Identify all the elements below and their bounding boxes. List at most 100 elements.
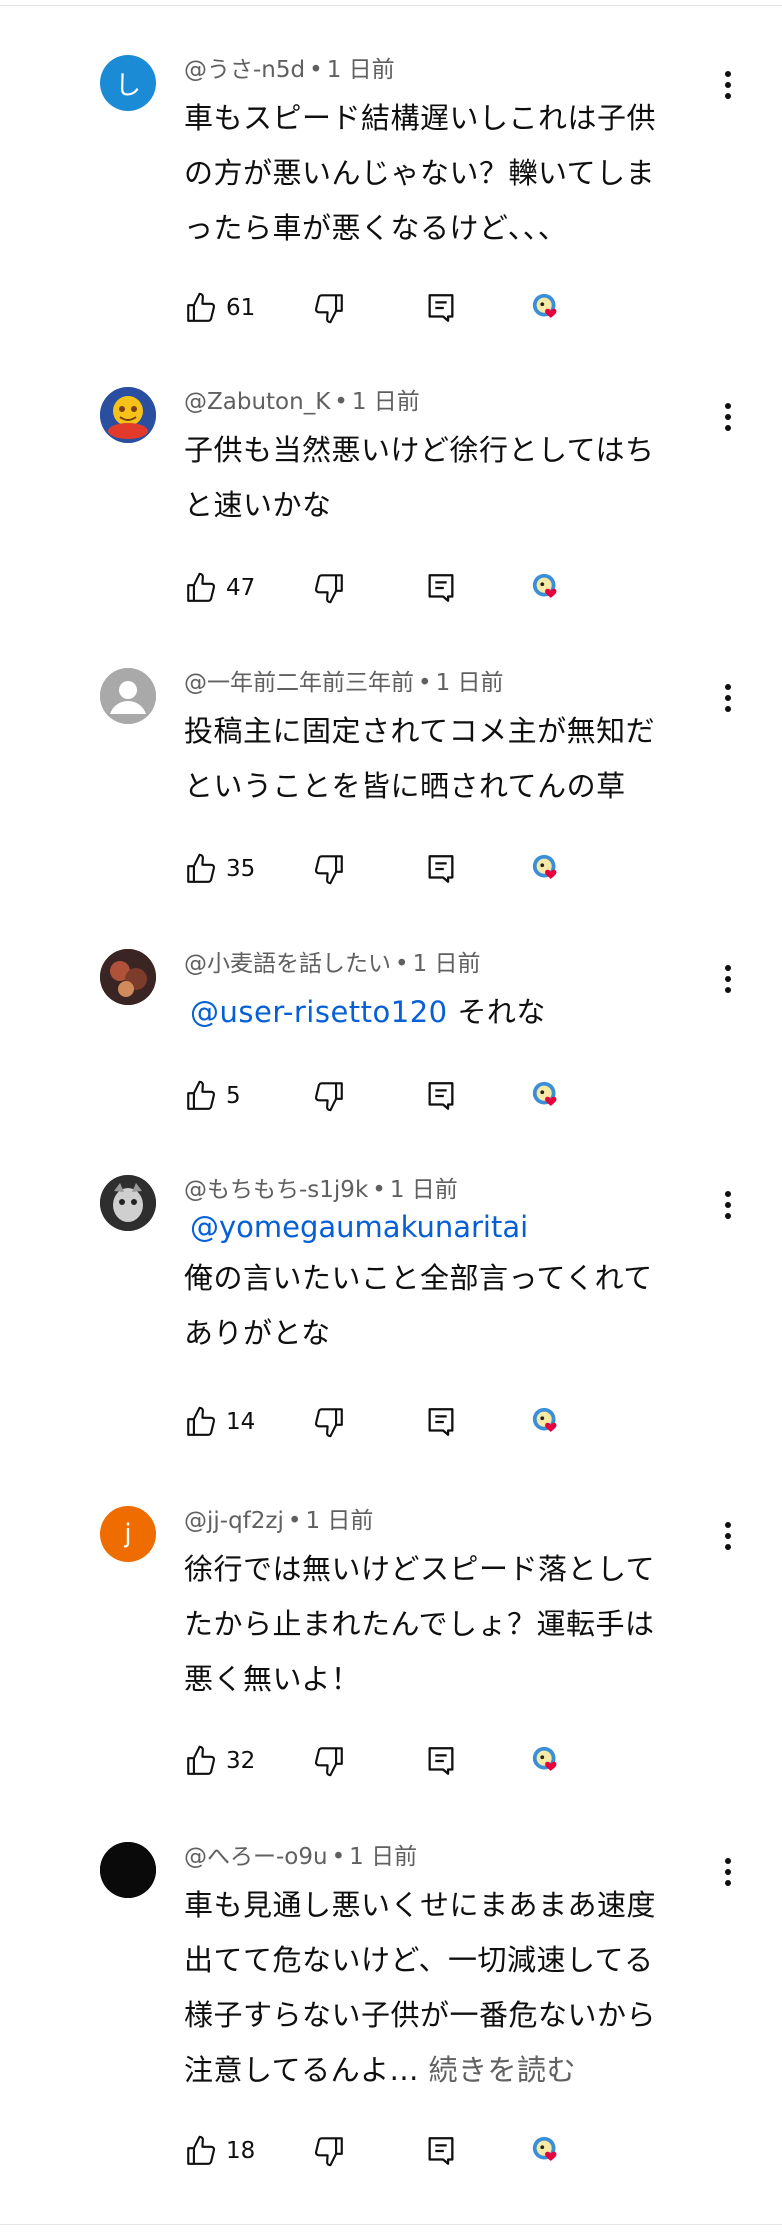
reply-button[interactable] [424,2131,458,2171]
comment-line: 注意してるんよ... 続きを読む [184,2043,704,2098]
comment-actions: 35 [184,849,604,889]
avatar[interactable] [100,1175,156,1231]
reply-button[interactable] [424,1076,458,1116]
thumb-up-icon [184,1744,218,1778]
comment-time[interactable]: 1 日前 [436,670,504,696]
dislike-button[interactable] [312,849,346,889]
thumb-down-icon [312,1744,346,1778]
more-vert-icon[interactable] [716,393,740,441]
avatar[interactable] [100,668,156,724]
more-vert-icon[interactable] [716,1181,740,1229]
like-button[interactable]: 14 [184,1402,255,1442]
like-button[interactable]: 32 [184,1741,255,1781]
comment-time[interactable]: 1 日前 [305,1508,373,1534]
dislike-button[interactable] [312,1741,346,1781]
reply-button[interactable] [424,568,458,608]
like-count: 5 [226,1083,241,1109]
thumb-up-icon [184,571,218,605]
more-vert-icon[interactable] [716,1512,740,1560]
comment-content: @jj-qf2zj • 1 日前 徐行では無いけどスピード落として たから止まれたん… [184,1506,704,1707]
comment-content: @一年前二年前三年前 • 1 日前 投稿主に固定されてコメ主が無知だ ということを皆… [184,668,704,814]
comment-actions: 61 [184,288,604,328]
comment-time[interactable]: 1 日前 [349,1844,417,1870]
creator-heart-icon [530,1079,564,1113]
reply-comment-icon [424,291,458,325]
photo-avatar-icon [100,1175,156,1231]
like-count: 32 [226,1748,256,1774]
avatar[interactable] [100,387,156,443]
comment-actions: 32 [184,1741,604,1781]
avatar[interactable] [100,1842,156,1898]
comment-author[interactable]: @小麦語を話したい [184,951,391,977]
thumb-down-icon [312,1405,346,1439]
like-button[interactable]: 5 [184,1076,241,1116]
like-count: 47 [226,575,256,601]
cartoon-avatar-icon [100,387,156,443]
reply-button[interactable] [424,288,458,328]
thumb-up-icon [184,1079,218,1113]
dislike-button[interactable] [312,288,346,328]
creator-heart-badge [530,568,564,608]
comment-line: ということを皆に晒されてんの草 [184,769,626,803]
comment-actions: 18 [184,2131,604,2171]
creator-heart-icon [530,2134,564,2168]
creator-heart-badge [530,2131,564,2171]
comment-line: たから止まれたんでしょ？運転手は [184,1607,655,1641]
comment-line-suffix: それな [447,995,546,1029]
comment-time[interactable]: 1 日前 [352,389,420,415]
comment-meta: @Zabuton_K • 1 日前 [184,389,420,415]
dark-avatar-icon [100,1842,156,1898]
like-count: 35 [226,856,256,882]
reply-button[interactable] [424,849,458,889]
reply-button[interactable] [424,1402,458,1442]
avatar-letter: し [114,70,141,101]
comment-line: ありがとな [184,1316,331,1350]
comment-line: の方が悪いんじゃない？轢いてしま [184,156,656,190]
mention-link[interactable]: @yomegaumakunaritai [184,1210,528,1244]
comment-time[interactable]: 1 日前 [390,1177,458,1203]
comment-actions: 14 [184,1402,604,1442]
comment-text: @user-risetto120 それな [184,985,704,1040]
creator-heart-badge [530,1741,564,1781]
comment-text: 投稿主に固定されてコメ主が無知だ ということを皆に晒されてんの草 [184,704,704,814]
more-vert-icon[interactable] [716,61,740,109]
comment-line: 車も見通し悪いくせにまあまあ速度 [184,1888,657,1922]
comment-author[interactable]: @へろー-o9u [184,1844,328,1870]
like-count: 14 [226,1409,256,1435]
comment-author[interactable]: @jj-qf2zj [184,1508,284,1534]
dislike-button[interactable] [312,1076,346,1116]
comment-author[interactable]: @一年前二年前三年前 [184,670,414,696]
more-vert-icon[interactable] [716,955,740,1003]
mention-link[interactable]: @user-risetto120 [184,995,448,1029]
comment-line: 投稿主に固定されてコメ主が無知だ [184,714,656,748]
dislike-button[interactable] [312,2131,346,2171]
creator-heart-badge [530,849,564,889]
avatar[interactable]: し [100,55,156,111]
comment-line: 車もスピード結構遅いしこれは子供 [184,101,657,135]
more-vert-icon[interactable] [716,674,740,722]
creator-heart-icon [530,291,564,325]
reply-button[interactable] [424,1741,458,1781]
like-button[interactable]: 61 [184,288,255,328]
default-person-avatar-icon [100,668,156,724]
comment-time[interactable]: 1 日前 [413,951,481,977]
comment-meta: @へろー-o9u • 1 日前 [184,1844,418,1870]
dislike-button[interactable] [312,1402,346,1442]
avatar[interactable] [100,949,156,1005]
comment-time[interactable]: 1 日前 [327,57,395,83]
like-button[interactable]: 35 [184,849,255,889]
comment-author[interactable]: @もちもち-s1j9k [184,1177,368,1203]
dislike-button[interactable] [312,568,346,608]
like-button[interactable]: 18 [184,2131,255,2171]
comment-author[interactable]: @うさ-n5d [184,57,305,83]
read-more-link[interactable]: 続きを読む [429,2053,577,2087]
avatar-letter: j [124,1519,132,1549]
comment-line: @user-risetto120 それな [184,985,704,1040]
creator-heart-badge [530,1402,564,1442]
avatar[interactable]: j [100,1506,156,1562]
comment-content: @Zabuton_K • 1 日前 子供も当然悪いけど徐行としてはち と速いかな [184,387,704,533]
comment-author[interactable]: @Zabuton_K [184,389,330,415]
more-vert-icon[interactable] [716,1848,740,1896]
like-button[interactable]: 47 [184,568,255,608]
comment-meta: @jj-qf2zj • 1 日前 [184,1508,374,1534]
